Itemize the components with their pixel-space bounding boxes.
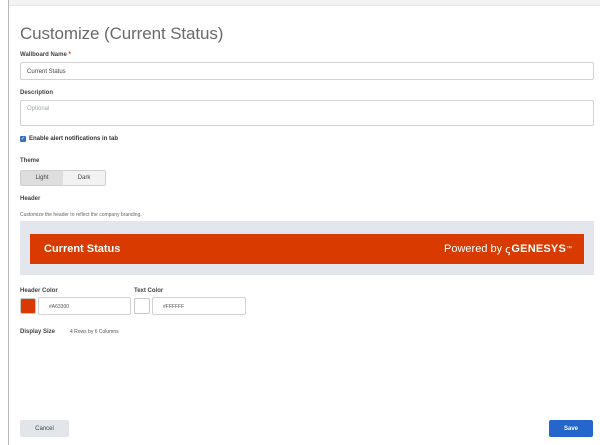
text-color-swatch[interactable] — [134, 298, 150, 314]
alert-checkbox[interactable]: ✓ — [20, 136, 26, 142]
save-button[interactable]: Save — [549, 420, 593, 437]
required-mark: * — [68, 52, 71, 58]
alert-notifications-option[interactable]: ✓ Enable alert notifications in tab — [20, 136, 118, 142]
wallboard-name-label-text: Wallboard Name — [20, 52, 67, 58]
wallboard-name-label: Wallboard Name * — [20, 52, 71, 58]
text-color-label: Text Color — [134, 288, 164, 294]
header-preview: Current Status Powered by ꞔ GENESYS ™ — [20, 221, 594, 275]
description-label: Description — [20, 90, 54, 96]
theme-light-button[interactable]: Light — [21, 171, 63, 185]
preview-title: Current Status — [44, 243, 121, 255]
header-color-swatch[interactable] — [20, 298, 36, 314]
wallboard-name-input[interactable]: Current Status — [20, 62, 594, 80]
powered-by-text: Powered by — [444, 243, 503, 255]
cancel-button[interactable]: Cancel — [20, 420, 69, 437]
header-preview-bar: Current Status Powered by ꞔ GENESYS ™ — [30, 234, 584, 264]
header-color-input[interactable]: #A63300 — [38, 297, 131, 315]
theme-dark-button[interactable]: Dark — [63, 171, 105, 185]
text-color-input[interactable]: #FFFFFF — [152, 297, 246, 315]
customize-panel: Customize (Current Status) Wallboard Nam… — [20, 8, 594, 445]
left-divider — [8, 0, 9, 445]
theme-label: Theme — [20, 158, 40, 164]
header-label: Header — [20, 196, 41, 202]
genesys-brand-name: GENESYS — [511, 243, 566, 255]
description-field[interactable]: Optional — [20, 100, 594, 126]
header-help-text: Customize the header to reflect the comp… — [20, 212, 142, 218]
top-edge — [9, 0, 600, 6]
genesys-mark-icon: ꞔ — [505, 243, 511, 256]
genesys-logo: Powered by ꞔ GENESYS ™ — [444, 242, 572, 257]
alert-checkbox-label: Enable alert notifications in tab — [29, 136, 119, 142]
page-title: Customize (Current Status) — [20, 24, 224, 43]
trademark-symbol: ™ — [566, 246, 572, 252]
display-size-label: Display Size — [20, 329, 56, 335]
display-size-value: 4 Rows by 6 Columns — [70, 329, 119, 335]
header-color-label: Header Color — [20, 288, 58, 294]
theme-toggle: Light Dark — [20, 170, 106, 186]
